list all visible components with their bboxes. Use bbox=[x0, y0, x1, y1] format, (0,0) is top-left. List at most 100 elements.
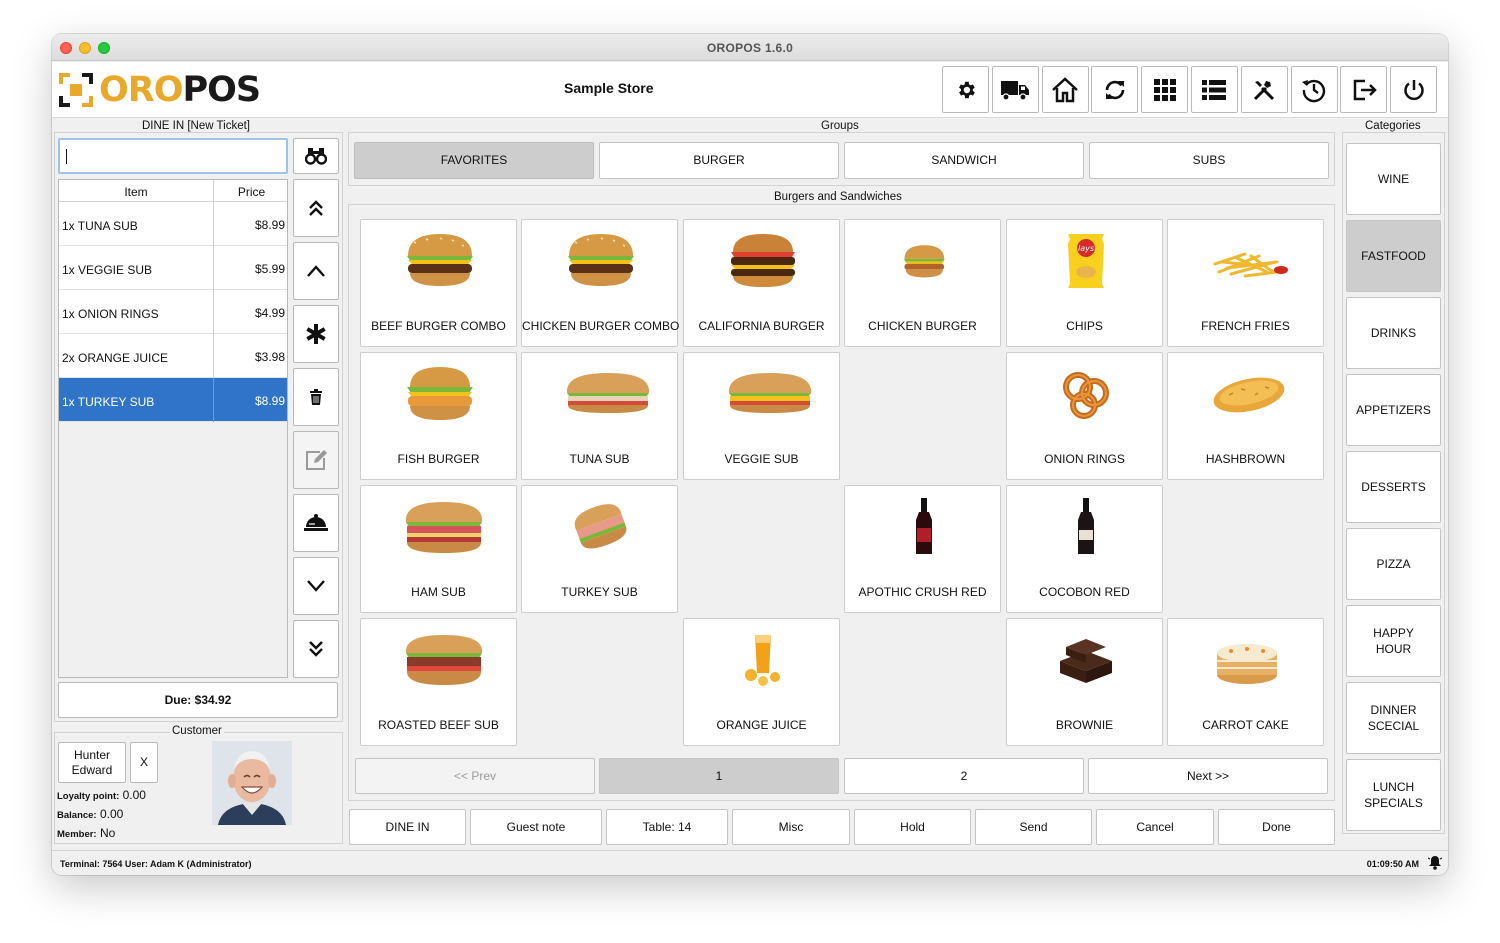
logo-text: OROPOS bbox=[99, 70, 261, 110]
group-favorites-button[interactable]: FAVORITES bbox=[354, 142, 594, 179]
ticket-row-item: 1x TURKEY SUB bbox=[62, 395, 155, 409]
hold-button[interactable]: Hold bbox=[854, 809, 971, 845]
sub-sandwich-icon bbox=[405, 502, 483, 553]
category-appetizers[interactable]: APPETIZERS bbox=[1346, 374, 1441, 446]
ticket-table-header: Item Price bbox=[59, 180, 287, 202]
menu-item-turkey-sub[interactable]: TURKEY SUB bbox=[521, 485, 678, 613]
home-button[interactable] bbox=[1041, 66, 1089, 113]
edit-item-button[interactable] bbox=[293, 431, 339, 489]
time-clock-button[interactable] bbox=[1290, 66, 1338, 113]
menu-item-hashbrown[interactable]: HASHBROWN bbox=[1167, 352, 1324, 480]
sub-sandwich-icon bbox=[566, 373, 650, 413]
refresh-button[interactable] bbox=[1091, 66, 1139, 113]
settings-button[interactable] bbox=[942, 66, 989, 113]
menu-item-french-fries[interactable]: FRENCH FRIES bbox=[1167, 219, 1324, 347]
ticket-title: DINE IN [New Ticket] bbox=[140, 120, 252, 132]
category-dinner-special[interactable]: DINNER SCECIAL bbox=[1346, 682, 1441, 754]
double-chevron-down-icon bbox=[309, 641, 323, 657]
done-button[interactable]: Done bbox=[1218, 809, 1335, 845]
menu-item-brownie[interactable]: BROWNIE bbox=[1006, 618, 1163, 746]
category-happy-hour[interactable]: HAPPY HOUR bbox=[1346, 605, 1441, 677]
ticket-search-input[interactable] bbox=[58, 138, 288, 174]
menu-item-chicken-burger-combo[interactable]: CHICKEN BURGER COMBO bbox=[521, 219, 679, 347]
tools-button[interactable] bbox=[1240, 66, 1288, 113]
menu-item-chips[interactable]: lays CHIPS bbox=[1006, 219, 1163, 347]
categories-title: Categories bbox=[1363, 120, 1423, 132]
send-button[interactable]: Send bbox=[975, 809, 1092, 845]
logout-button[interactable] bbox=[1340, 66, 1388, 113]
title-bar: OROPOS 1.6.0 bbox=[52, 34, 1448, 61]
menu-item-beef-burger-combo[interactable]: BEEF BURGER COMBO bbox=[360, 219, 517, 347]
power-button[interactable] bbox=[1390, 66, 1438, 113]
ticket-row[interactable]: 2x ORANGE JUICE $3.98 bbox=[59, 334, 287, 378]
binoculars-icon bbox=[305, 148, 327, 165]
menu-item-chicken-burger[interactable]: CHICKEN BURGER bbox=[844, 219, 1001, 347]
group-burger-button[interactable]: BURGER bbox=[599, 142, 839, 179]
menu-item-california-burger[interactable]: CALIFORNIA BURGER bbox=[683, 219, 840, 347]
ticket-row[interactable]: 1x ONION RINGS $4.99 bbox=[59, 290, 287, 334]
scroll-up-button[interactable] bbox=[293, 242, 339, 300]
ticket-row[interactable]: 1x VEGGIE SUB $5.99 bbox=[59, 246, 287, 290]
category-drinks[interactable]: DRINKS bbox=[1346, 297, 1441, 369]
ticket-row-price: $3.98 bbox=[254, 350, 285, 364]
list-icon bbox=[1202, 79, 1227, 100]
category-pizza[interactable]: PIZZA bbox=[1346, 528, 1441, 600]
menu-item-fish-burger[interactable]: FISH BURGER bbox=[360, 352, 517, 480]
wine-bottle-icon bbox=[916, 498, 932, 554]
customer-name-button[interactable]: Hunter Edward bbox=[58, 742, 126, 783]
order-type-button[interactable]: DINE IN bbox=[349, 809, 466, 845]
page-1-button[interactable]: 1 bbox=[599, 758, 839, 794]
ticket-row-selected[interactable]: 1x TURKEY SUB $8.99 bbox=[59, 378, 287, 422]
menu-item-carrot-cake[interactable]: CARROT CAKE bbox=[1167, 618, 1324, 746]
scroll-top-button[interactable] bbox=[293, 179, 339, 237]
menu-item-veggie-sub[interactable]: VEGGIE SUB bbox=[683, 352, 840, 480]
home-icon bbox=[1052, 76, 1078, 102]
category-lunch-specials[interactable]: LUNCH SPECIALS bbox=[1346, 759, 1441, 831]
svg-text:lays: lays bbox=[1078, 244, 1094, 253]
chips-icon: lays bbox=[1068, 234, 1104, 288]
cancel-button[interactable]: Cancel bbox=[1096, 809, 1214, 845]
group-sandwich-button[interactable]: SANDWICH bbox=[844, 142, 1084, 179]
menu-item-orange-juice[interactable]: ORANGE JUICE bbox=[683, 618, 840, 746]
delete-item-button[interactable] bbox=[293, 368, 339, 426]
menu-item-roasted-beef-sub[interactable]: ROASTED BEEF SUB bbox=[360, 618, 517, 746]
groups-title: Groups bbox=[819, 120, 861, 132]
price-column-header: Price bbox=[237, 185, 266, 199]
clock-rewind-icon bbox=[1302, 79, 1326, 102]
grid-icon bbox=[1153, 78, 1176, 101]
order-list-button[interactable] bbox=[1190, 66, 1238, 113]
menu-item-onion-rings[interactable]: ONION RINGS bbox=[1006, 352, 1163, 480]
category-fastfood[interactable]: FASTFOOD bbox=[1346, 220, 1441, 292]
fries-icon bbox=[1213, 252, 1288, 278]
delivery-button[interactable] bbox=[991, 66, 1039, 113]
category-wine[interactable]: WINE bbox=[1346, 143, 1441, 215]
group-subs-button[interactable]: SUBS bbox=[1089, 142, 1329, 179]
table-button[interactable]: Table: 14 bbox=[606, 809, 728, 845]
misc-button[interactable]: Misc bbox=[732, 809, 850, 845]
item-search-button[interactable] bbox=[293, 138, 339, 174]
guest-note-button[interactable]: Guest note bbox=[470, 809, 602, 845]
menu-item-ham-sub[interactable]: HAM SUB bbox=[360, 485, 517, 613]
menu-item-tuna-sub[interactable]: TUNA SUB bbox=[521, 352, 678, 480]
tools-icon bbox=[1254, 80, 1275, 100]
menu-item-cocobon-red[interactable]: COCOBON RED bbox=[1006, 485, 1163, 613]
ticket-row[interactable]: 1x TUNA SUB $8.99 bbox=[59, 202, 287, 246]
menu-title: Burgers and Sandwiches bbox=[772, 191, 904, 203]
scroll-down-button[interactable] bbox=[293, 557, 339, 615]
cooking-instruction-button[interactable] bbox=[293, 494, 339, 552]
remove-customer-button[interactable]: X bbox=[130, 742, 158, 783]
modifier-button[interactable] bbox=[293, 305, 339, 363]
menu-item-apothic-crush-red[interactable]: APOTHIC CRUSH RED bbox=[844, 485, 1001, 613]
burger-icon bbox=[407, 234, 473, 286]
notification-bell-icon[interactable] bbox=[1427, 855, 1443, 872]
category-desserts[interactable]: DESSERTS bbox=[1346, 451, 1441, 523]
next-page-button[interactable]: Next >> bbox=[1088, 758, 1328, 794]
wine-bottle-icon bbox=[1078, 498, 1094, 554]
scroll-bottom-button[interactable] bbox=[293, 620, 339, 678]
page-2-button[interactable]: 2 bbox=[844, 758, 1084, 794]
apps-button[interactable] bbox=[1141, 66, 1189, 113]
prev-page-button[interactable]: << Prev bbox=[355, 758, 595, 794]
double-chevron-up-icon bbox=[309, 200, 323, 216]
app-window: OROPOS 1.6.0 OROPOS Sample Store DINE IN… bbox=[52, 34, 1448, 875]
customer-balance: Balance: 0.00 bbox=[57, 807, 124, 821]
